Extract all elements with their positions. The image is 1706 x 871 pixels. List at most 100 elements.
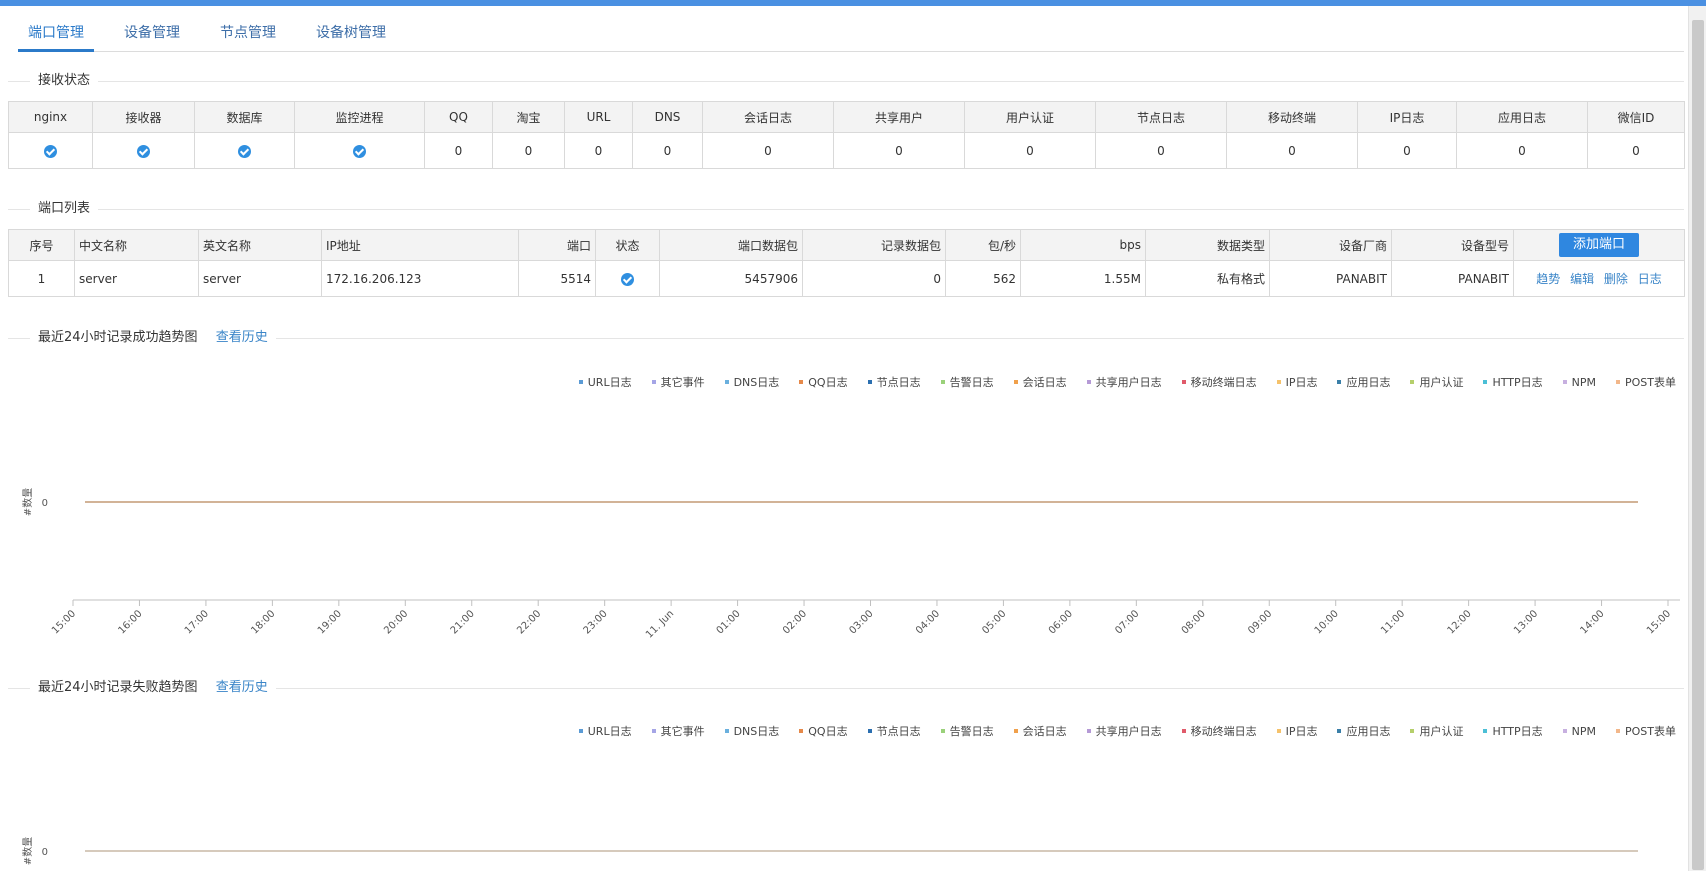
x-tick-label: 18:00 [249,608,277,636]
row-en-name: server [198,260,322,297]
success-history-link[interactable]: 查看历史 [216,330,268,345]
col-model: 设备型号 [1391,229,1514,261]
top-accent-bar [0,0,1706,6]
col-dns: DNS [632,101,703,133]
col-port: 端口 [518,229,596,261]
col-receiver: 接收器 [92,101,195,133]
dns-count: 0 [632,132,703,169]
row-model: PANABIT [1391,260,1514,297]
success-trend-chart: URL日志 其它事件 DNS日志 QQ日志 节点日志 告警日志 会话日志 共享用户日志 移动终端… [8,374,1684,664]
recv-status-title: 接收状态 [30,71,99,91]
tab-device-tree-management[interactable]: 设备树管理 [306,16,396,52]
x-tick-label: 06:00 [1047,608,1075,636]
col-data-type: 数据类型 [1145,229,1270,261]
x-tick-label: 01:00 [715,608,743,636]
col-index: 序号 [8,229,75,261]
chart-svg: #数量 0 [21,837,1638,865]
chart-svg: #数量 0 15:00 16:00 17:00 18:00 19:00 20:00 21:00 2… [21,488,1680,641]
x-tick-label: 08:00 [1180,608,1208,636]
col-url: URL [564,101,633,133]
failure-trend-title: 最近24小时记录失败趋势图 [38,680,198,695]
tab-device-management[interactable]: 设备管理 [114,16,190,52]
section-divider [8,209,1684,210]
table-row: 1 server server 172.16.206.123 5514 5457… [8,260,1685,297]
check-circle-icon [137,144,150,158]
x-tick-label: 15:00 [50,608,78,636]
port-list-title: 端口列表 [30,199,99,219]
x-tick-label: 11:00 [1379,608,1407,636]
qq-count: 0 [424,132,493,169]
col-ip: IP地址 [321,229,519,261]
x-tick-label: 09:00 [1246,608,1274,636]
delete-link[interactable]: 删除 [1604,272,1628,286]
add-port-button[interactable]: 添加端口 [1558,233,1639,257]
port-list-section-title: 端口列表 [8,199,1684,219]
vertical-scrollbar[interactable] [1688,6,1706,871]
x-tick-label: 22:00 [515,608,543,636]
monitor-status [294,132,425,169]
col-ip-log: IP日志 [1357,101,1457,133]
x-tick-label: 10:00 [1313,608,1341,636]
x-tick-label: 17:00 [183,608,211,636]
app-log-count: 0 [1456,132,1588,169]
col-record-packets: 记录数据包 [802,229,946,261]
success-trend-title-wrap: 最近24小时记录成功趋势图 查看历史 [30,328,276,348]
col-session-log: 会话日志 [702,101,834,133]
scrollbar-thumb[interactable] [1692,20,1704,870]
row-port: 5514 [518,260,596,297]
port-list-header-row: 序号 中文名称 英文名称 IP地址 端口 状态 端口数据包 记录数据包 包/秒 … [8,229,1685,261]
database-status [194,132,295,169]
col-database: 数据库 [194,101,295,133]
user-auth-count: 0 [964,132,1096,169]
tab-node-management[interactable]: 节点管理 [210,16,286,52]
col-en-name: 英文名称 [198,229,322,261]
x-tick-label: 23:00 [582,608,610,636]
col-pps: 包/秒 [945,229,1021,261]
y-axis-label: #数量 [21,488,34,516]
x-tick-label: 20:00 [382,608,410,636]
tab-port-management[interactable]: 端口管理 [18,16,94,52]
col-taobao: 淘宝 [492,101,565,133]
session-log-count: 0 [702,132,834,169]
x-tick-label: 11. Jun [644,608,676,640]
recv-status-section-title: 接收状态 [8,71,1684,91]
recv-status-header-row: nginx 接收器 数据库 监控进程 QQ 淘宝 URL DNS 会话日志 共享… [8,101,1685,133]
section-divider [8,81,1684,82]
x-tick-label: 13:00 [1512,608,1540,636]
failure-trend-chart: URL日志 其它事件 DNS日志 QQ日志 节点日志 告警日志 会话日志 共享用户日志 移动终端… [8,723,1684,871]
row-index: 1 [8,260,75,297]
shared-user-count: 0 [833,132,965,169]
x-tick-label: 14:00 [1579,608,1607,636]
x-tick-label: 21:00 [449,608,477,636]
receiver-status [92,132,195,169]
col-status: 状态 [595,229,660,261]
x-tick-label: 05:00 [980,608,1008,636]
failure-trend-title-wrap: 最近24小时记录失败趋势图 查看历史 [30,678,276,698]
taobao-count: 0 [492,132,565,169]
check-circle-icon [353,144,366,158]
col-nginx: nginx [8,101,93,133]
col-mobile-terminal: 移动终端 [1226,101,1358,133]
failure-trend-section-title: 最近24小时记录失败趋势图 查看历史 [8,678,1684,698]
x-tick-label: 02:00 [781,608,809,636]
x-tick-label: 07:00 [1113,608,1141,636]
main-tabs: 端口管理 设备管理 节点管理 设备树管理 [18,16,1684,52]
x-tick-label: 16:00 [116,608,144,636]
row-data-type: 私有格式 [1145,260,1270,297]
col-actions: 添加端口 [1513,229,1685,261]
y-tick-label: 0 [42,498,48,509]
log-link[interactable]: 日志 [1638,272,1662,286]
trend-link[interactable]: 趋势 [1536,272,1560,286]
row-cn-name: server [74,260,199,297]
col-app-log: 应用日志 [1456,101,1588,133]
recv-status-table: nginx 接收器 数据库 监控进程 QQ 淘宝 URL DNS 会话日志 共享… [8,101,1685,169]
mobile-terminal-count: 0 [1226,132,1358,169]
failure-history-link[interactable]: 查看历史 [216,680,268,695]
col-user-auth: 用户认证 [964,101,1096,133]
check-circle-icon [44,144,57,158]
col-wechat-id: 微信ID [1587,101,1685,133]
col-qq: QQ [424,101,493,133]
edit-link[interactable]: 编辑 [1570,272,1594,286]
row-port-packets: 5457906 [659,260,803,297]
row-pps: 562 [945,260,1021,297]
